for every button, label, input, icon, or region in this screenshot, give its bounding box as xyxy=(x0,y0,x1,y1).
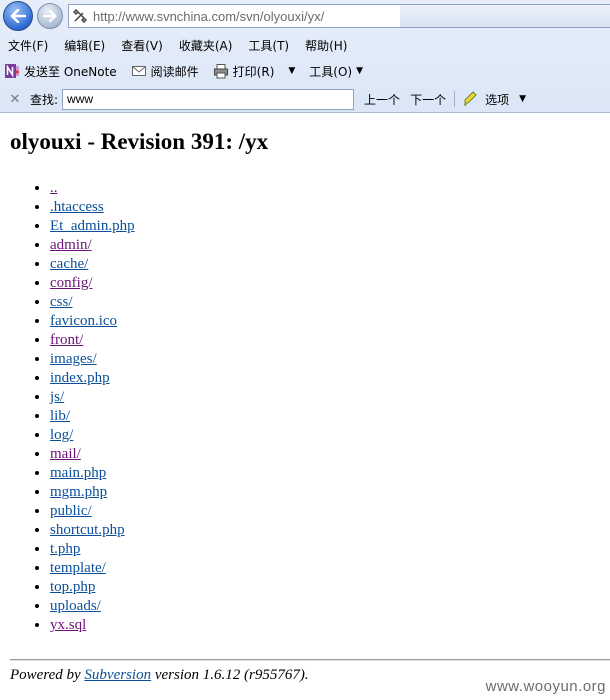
print-dropdown-icon[interactable]: ▼ xyxy=(288,66,295,76)
printer-icon xyxy=(213,63,229,79)
mail-icon xyxy=(131,63,147,79)
entry-link[interactable]: .htaccess xyxy=(50,199,104,215)
entry-link[interactable]: front/ xyxy=(50,332,83,348)
entry-link[interactable]: Et_admin.php xyxy=(50,218,135,234)
menu-file[interactable]: 文件(F) xyxy=(8,37,48,54)
list-item: js/ xyxy=(50,388,135,407)
print-label: 打印(R) xyxy=(232,64,275,79)
footer: Powered by Subversion version 1.6.12 (r9… xyxy=(10,667,309,684)
list-item: mail/ xyxy=(50,445,135,464)
list-item: top.php xyxy=(50,578,135,597)
entry-link[interactable]: main.php xyxy=(50,465,106,481)
menu-bar: 文件(F) 编辑(E) 查看(V) 收藏夹(A) 工具(T) 帮助(H) xyxy=(0,34,610,56)
list-item: template/ xyxy=(50,559,135,578)
entry-link[interactable]: admin/ xyxy=(50,237,92,253)
list-item: mgm.php xyxy=(50,483,135,502)
list-item: uploads/ xyxy=(50,597,135,616)
list-item: shortcut.php xyxy=(50,521,135,540)
find-previous-button[interactable]: 上一个 xyxy=(364,91,400,108)
address-bar-controls xyxy=(400,5,610,27)
options-dropdown-icon: ▼ xyxy=(519,94,527,104)
entry-link[interactable]: public/ xyxy=(50,503,92,519)
find-input[interactable] xyxy=(62,88,355,110)
list-item: log/ xyxy=(50,426,135,445)
list-item: images/ xyxy=(50,350,135,369)
entry-link[interactable]: css/ xyxy=(50,294,73,310)
entry-link[interactable]: yx.sql xyxy=(50,617,86,633)
find-separator xyxy=(454,91,456,107)
tools-button[interactable]: 工具(O) ▼ xyxy=(309,63,363,80)
list-item: .. xyxy=(50,179,135,198)
list-item: main.php xyxy=(50,464,135,483)
entry-link[interactable]: template/ xyxy=(50,560,106,576)
address-url[interactable]: http://www.svnchina.com/svn/olyouxi/yx/ xyxy=(93,9,324,24)
list-item: Et_admin.php xyxy=(50,217,135,236)
list-item: t.php xyxy=(50,540,135,559)
subversion-link[interactable]: Subversion xyxy=(84,667,151,683)
entry-link[interactable]: cache/ xyxy=(50,256,88,272)
address-bar[interactable]: http://www.svnchina.com/svn/olyouxi/yx/ xyxy=(68,4,610,28)
browser-chrome: http://www.svnchina.com/svn/olyouxi/yx/ … xyxy=(0,0,610,113)
forward-arrow-icon xyxy=(43,10,57,22)
footer-divider xyxy=(10,659,610,661)
entry-link[interactable]: mail/ xyxy=(50,446,81,462)
entry-link[interactable]: log/ xyxy=(50,427,73,443)
list-item: yx.sql xyxy=(50,616,135,635)
highlighter-icon xyxy=(463,91,481,107)
footer-suffix: version 1.6.12 (r955767). xyxy=(154,667,309,683)
entry-link[interactable]: shortcut.php xyxy=(50,522,125,538)
tools-label: 工具(O) xyxy=(309,64,353,79)
entry-link[interactable]: index.php xyxy=(50,370,110,386)
find-next-button[interactable]: 下一个 xyxy=(410,91,446,108)
send-to-onenote-button[interactable]: 发送至 OneNote xyxy=(4,63,117,80)
list-item: admin/ xyxy=(50,236,135,255)
navigation-bar: http://www.svnchina.com/svn/olyouxi/yx/ xyxy=(0,0,610,32)
print-button[interactable]: 打印(R) ▼ xyxy=(213,63,295,80)
page-content: olyouxi - Revision 391: /yx .. .htaccess E… xyxy=(0,113,610,700)
list-item: lib/ xyxy=(50,407,135,426)
entry-link[interactable]: top.php xyxy=(50,579,95,595)
entry-link[interactable]: .. xyxy=(50,180,58,196)
onenote-icon xyxy=(4,63,20,79)
find-bar: ✕ 查找: 上一个 下一个 选项 ▼ xyxy=(0,86,610,112)
back-button[interactable] xyxy=(3,1,33,31)
site-icon xyxy=(69,5,91,27)
entry-link[interactable]: js/ xyxy=(50,389,64,405)
entry-link[interactable]: favicon.ico xyxy=(50,313,117,329)
list-item: front/ xyxy=(50,331,135,350)
watermark: www.wooyun.org xyxy=(485,678,606,695)
entry-link[interactable]: uploads/ xyxy=(50,598,101,614)
tools-dropdown-icon: ▼ xyxy=(356,66,364,76)
find-options-button[interactable]: 选项 ▼ xyxy=(463,91,526,108)
find-options-label: 选项 xyxy=(485,92,510,107)
list-item: public/ xyxy=(50,502,135,521)
menu-help[interactable]: 帮助(H) xyxy=(305,37,347,54)
back-arrow-icon xyxy=(10,9,26,23)
find-label: 查找: xyxy=(30,92,59,107)
list-item: cache/ xyxy=(50,255,135,274)
entry-link[interactable]: t.php xyxy=(50,541,80,557)
entry-link[interactable]: lib/ xyxy=(50,408,70,424)
command-bar: 发送至 OneNote 阅读邮件 打印(R) ▼ 工具(O) ▼ xyxy=(0,58,610,84)
menu-favorites[interactable]: 收藏夹(A) xyxy=(179,37,233,54)
menu-tools[interactable]: 工具(T) xyxy=(248,37,289,54)
menu-view[interactable]: 查看(V) xyxy=(121,37,163,54)
menu-edit[interactable]: 编辑(E) xyxy=(64,37,105,54)
list-item: css/ xyxy=(50,293,135,312)
read-mail-button[interactable]: 阅读邮件 xyxy=(131,63,199,80)
read-mail-label: 阅读邮件 xyxy=(150,64,199,79)
entry-link[interactable]: images/ xyxy=(50,351,97,367)
footer-prefix: Powered by xyxy=(10,667,81,683)
list-item: config/ xyxy=(50,274,135,293)
page-title: olyouxi - Revision 391: /yx xyxy=(10,129,269,154)
send-to-onenote-label: 发送至 OneNote xyxy=(24,64,117,79)
list-item: .htaccess xyxy=(50,198,135,217)
directory-listing: .. .htaccess Et_admin.php admin/cache/confi… xyxy=(10,179,135,635)
list-item: index.php xyxy=(50,369,135,388)
close-icon[interactable]: ✕ xyxy=(8,92,22,107)
entry-link[interactable]: mgm.php xyxy=(50,484,107,500)
list-item: favicon.ico xyxy=(50,312,135,331)
forward-button[interactable] xyxy=(37,3,63,29)
entry-link[interactable]: config/ xyxy=(50,275,93,291)
